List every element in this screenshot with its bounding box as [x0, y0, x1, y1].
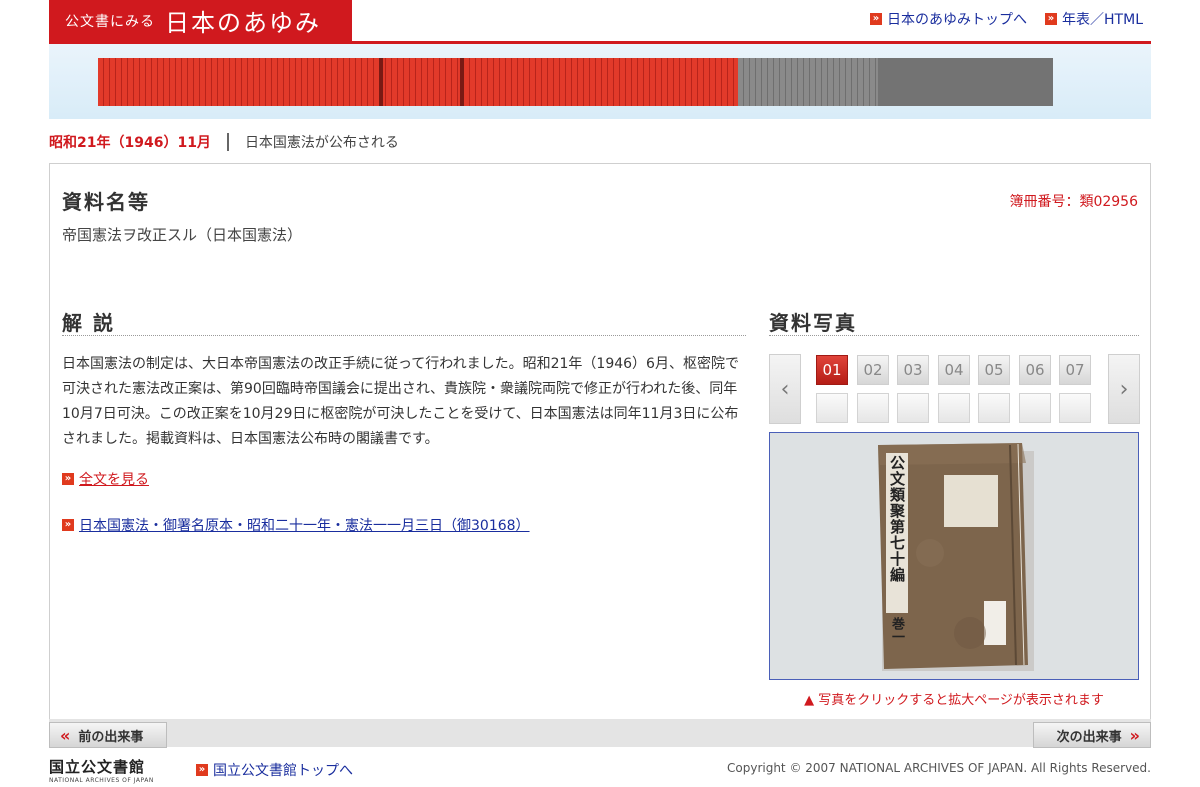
photo-page-03[interactable]: 03: [897, 355, 929, 385]
related-document-link-label: 日本国憲法・御署名原本・昭和二十一年・憲法一一月三日（御30168）: [79, 518, 530, 534]
timeline-future-segment[interactable]: [878, 58, 1053, 106]
breadcrumb-separator: [226, 133, 229, 151]
chevron-right-icon: ›: [1119, 376, 1129, 402]
photo-thumbnail[interactable]: [978, 393, 1010, 423]
photo-prev-button[interactable]: ‹: [769, 354, 801, 424]
double-arrow-icon: »: [1045, 13, 1058, 25]
archive-top-link-label: 国立公文書館トップへ: [213, 763, 353, 779]
photo-caption: ▲ 写真をクリックすると拡大ページが表示されます: [804, 693, 1104, 708]
event-navigation-bar: [49, 719, 1151, 747]
photo-thumbnail[interactable]: [1059, 393, 1091, 423]
timeline-future-segment[interactable]: [738, 58, 878, 106]
top-link-home[interactable]: » 日本のあゆみトップへ: [870, 9, 1027, 29]
timeline-marker[interactable]: [379, 58, 383, 106]
document-photo[interactable]: 公文類聚第七十編 巻一: [769, 432, 1139, 680]
prev-event-button[interactable]: « 前の出来事: [49, 722, 167, 748]
commentary-title: 解 説: [62, 311, 115, 335]
book-volume-text: 巻一: [889, 617, 904, 643]
next-event-button[interactable]: 次の出来事 »: [1033, 722, 1151, 748]
photo-page-01[interactable]: 01: [816, 355, 848, 385]
photo-thumbnail[interactable]: [857, 393, 889, 423]
logo-big-text: 日本のあゆみ: [165, 9, 321, 37]
double-arrow-icon: »: [62, 473, 74, 485]
photo-next-button[interactable]: ›: [1108, 354, 1140, 424]
event-title: 日本国憲法が公布される: [244, 135, 399, 151]
archive-logo-jp: 国立公文書館: [49, 758, 146, 776]
chevron-left-icon: ‹: [780, 376, 790, 402]
document-book-image: [770, 433, 1138, 679]
site-logo[interactable]: 公文書にみる 日本のあゆみ: [49, 0, 352, 41]
breadcrumb: 昭和21年（1946）11月 日本国憲法が公布される: [49, 132, 399, 152]
double-arrow-icon: »: [196, 764, 208, 776]
commentary-text: 日本国憲法の制定は、大日本帝国憲法の改正手続に従って行われました。昭和21年（1…: [62, 356, 739, 447]
commentary-divider: [62, 335, 746, 336]
document-number: 簿冊番号：類02956: [1009, 194, 1138, 210]
event-date: 昭和21年（1946）11月: [49, 135, 211, 151]
prev-event-label: 前の出来事: [78, 729, 144, 745]
photo-page-07[interactable]: 07: [1059, 355, 1091, 385]
timeline-past-segment[interactable]: [98, 58, 738, 106]
fulltext-link[interactable]: » 全文を見る: [62, 469, 149, 489]
content-panel: 資料名等 簿冊番号：類02956 帝国憲法ヲ改正スル（日本国憲法） 解 説 日本…: [49, 163, 1151, 721]
book-title-text: 公文類聚第七十編: [888, 455, 906, 583]
archive-logo[interactable]: 国立公文書館 NATIONAL ARCHIVES OF JAPAN: [49, 756, 154, 784]
double-chevron-left-icon: «: [60, 725, 71, 745]
document-section-title: 資料名等: [62, 190, 150, 214]
photo-page-05[interactable]: 05: [978, 355, 1010, 385]
timeline-marker[interactable]: [460, 58, 464, 106]
photo-thumbnail[interactable]: [897, 393, 929, 423]
photos-title: 資料写真: [769, 311, 857, 335]
photo-page-02[interactable]: 02: [857, 355, 889, 385]
top-link-chronology[interactable]: » 年表／HTML: [1045, 9, 1143, 29]
double-chevron-right-icon: »: [1129, 725, 1140, 745]
photo-page-06[interactable]: 06: [1019, 355, 1051, 385]
archive-top-link[interactable]: » 国立公文書館トップへ: [196, 760, 353, 780]
double-arrow-icon: »: [62, 519, 74, 531]
archive-logo-en: NATIONAL ARCHIVES OF JAPAN: [49, 777, 154, 784]
photo-thumbnail[interactable]: [1019, 393, 1051, 423]
top-link-chronology-label: 年表／HTML: [1062, 12, 1143, 28]
photo-thumbnail[interactable]: [816, 393, 848, 423]
logo-small-text: 公文書にみる: [65, 13, 155, 30]
photos-divider: [769, 335, 1139, 336]
next-event-label: 次の出来事: [1056, 729, 1122, 745]
photo-page-04[interactable]: 04: [938, 355, 970, 385]
fulltext-link-label: 全文を見る: [79, 472, 149, 488]
top-link-home-label: 日本のあゆみトップへ: [887, 12, 1028, 28]
double-arrow-icon: »: [870, 13, 883, 25]
copyright-text: Copyright © 2007 NATIONAL ARCHIVES OF JA…: [727, 761, 1151, 775]
related-document-link[interactable]: » 日本国憲法・御署名原本・昭和二十一年・憲法一一月三日（御30168）: [62, 515, 530, 535]
top-links: » 日本のあゆみトップへ » 年表／HTML: [870, 9, 1143, 29]
photo-thumbnail[interactable]: [938, 393, 970, 423]
document-name: 帝国憲法ヲ改正スル（日本国憲法）: [62, 226, 303, 244]
